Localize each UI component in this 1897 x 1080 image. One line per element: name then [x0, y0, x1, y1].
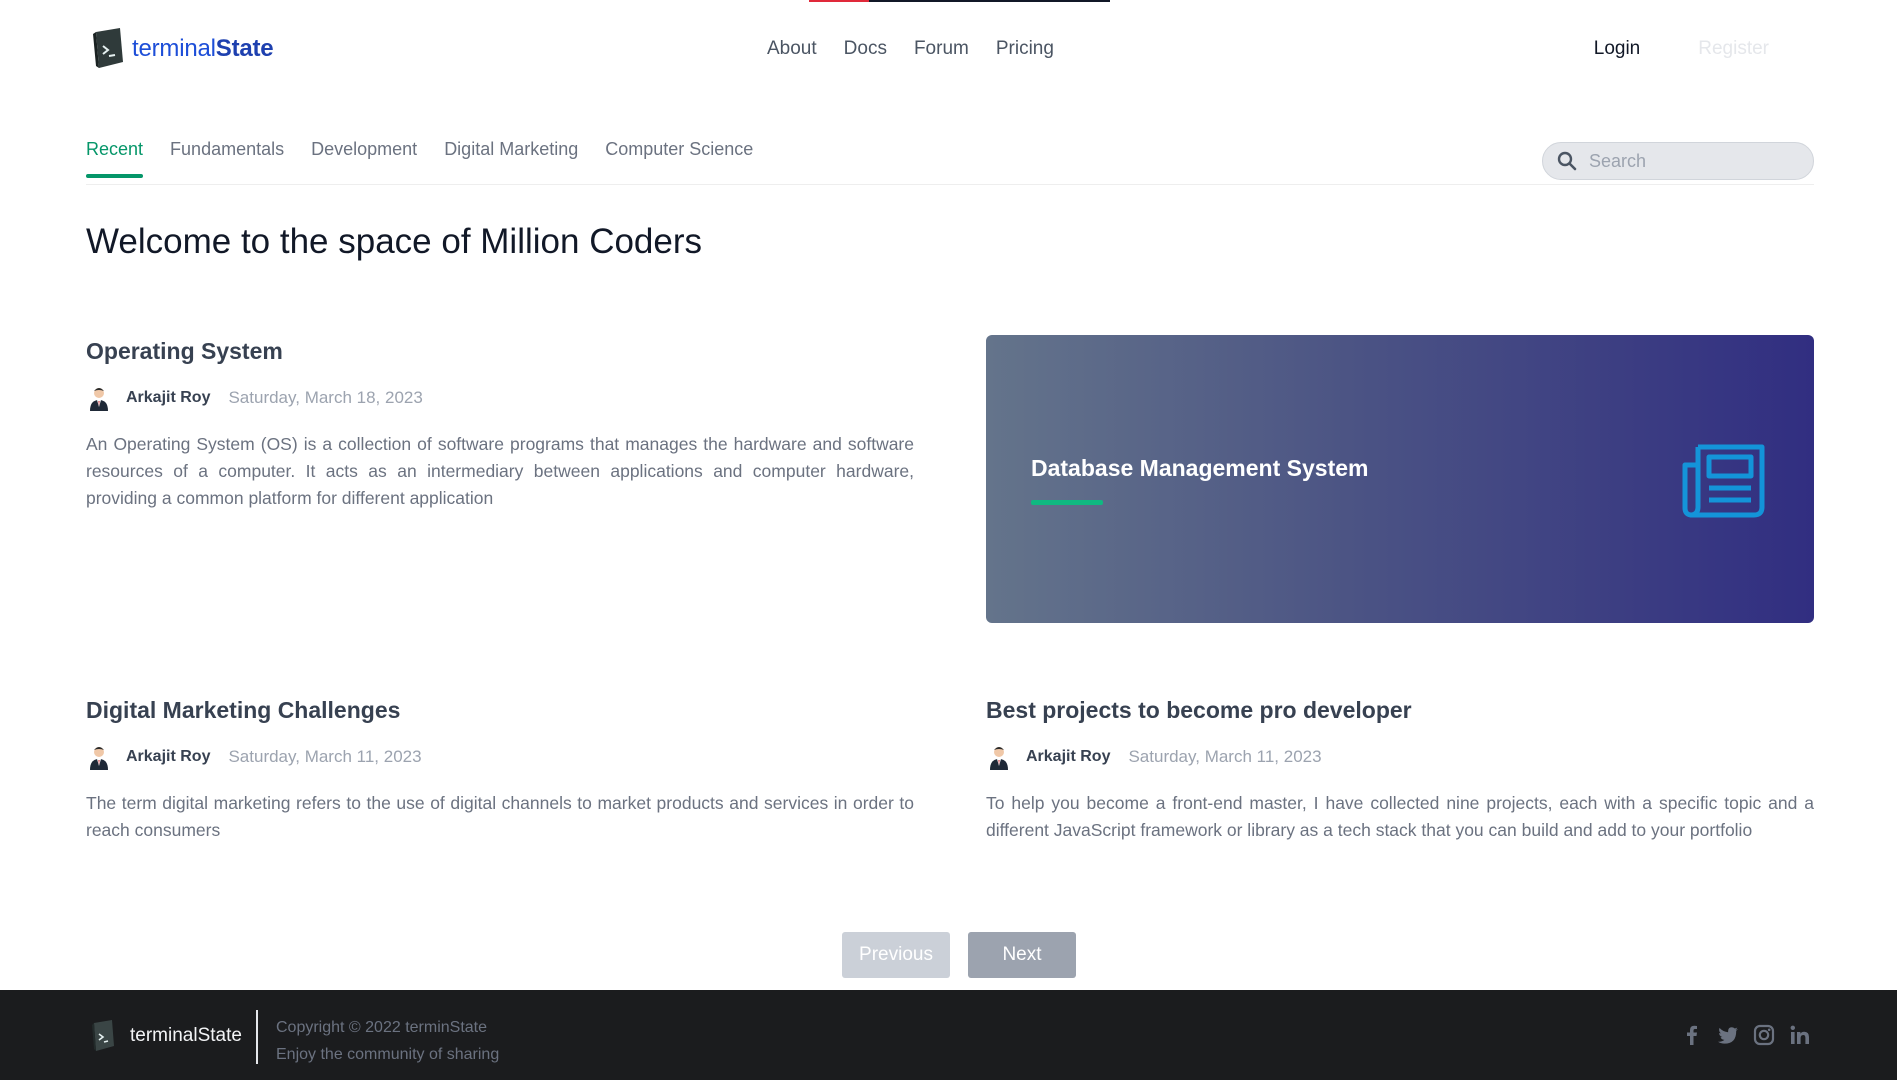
- previous-button[interactable]: Previous: [842, 932, 950, 978]
- search-icon: [1557, 151, 1577, 171]
- search-input[interactable]: [1589, 150, 1789, 172]
- post-meta: Arkajit Roy Saturday, March 11, 2023: [86, 744, 914, 770]
- post-date: Saturday, March 18, 2023: [228, 388, 423, 407]
- page-title: Welcome to the space of Million Coders: [86, 222, 703, 261]
- tab-computer-science[interactable]: Computer Science: [605, 130, 753, 178]
- nav-docs-link[interactable]: Docs: [844, 38, 887, 60]
- terminal-logo-icon: [92, 1020, 114, 1051]
- twitter-icon[interactable]: [1717, 1024, 1739, 1046]
- post-meta: Arkajit Roy Saturday, March 18, 2023: [86, 385, 914, 411]
- post-card: Best projects to become pro developer Ar…: [986, 697, 1814, 844]
- post-date: Saturday, March 11, 2023: [1128, 747, 1322, 766]
- author-avatar: [90, 388, 108, 411]
- nav-about-link[interactable]: About: [767, 38, 817, 60]
- post-author: Arkajit Roy: [1026, 748, 1111, 765]
- post-excerpt: An Operating System (OS) is a collection…: [86, 434, 914, 508]
- nav-forum-link[interactable]: Forum: [914, 38, 969, 60]
- tab-fundamentals[interactable]: Fundamentals: [170, 130, 284, 178]
- nav-pricing-link[interactable]: Pricing: [996, 38, 1054, 60]
- post-excerpt: The term digital marketing refers to the…: [86, 793, 914, 840]
- footer-tagline: Enjoy the community of sharing: [276, 1046, 500, 1063]
- post-title[interactable]: Digital Marketing Challenges: [86, 697, 914, 724]
- post-title[interactable]: Best projects to become pro developer: [986, 697, 1814, 724]
- featured-title-underline: [1031, 500, 1103, 505]
- post-meta: Arkajit Roy Saturday, March 11, 2023: [986, 744, 1814, 770]
- post-card: Digital Marketing Challenges Arkajit Roy…: [86, 697, 914, 844]
- post-author: Arkajit Roy: [126, 748, 211, 765]
- footer-brand[interactable]: terminalState: [90, 1018, 242, 1054]
- brand-logo-link[interactable]: terminalState: [90, 26, 274, 72]
- facebook-icon[interactable]: [1681, 1024, 1703, 1046]
- post-card: Operating System Arkajit Roy Saturday, M…: [86, 338, 914, 512]
- footer-divider: [256, 1010, 258, 1064]
- top-navbar: terminalState About Docs Forum Pricing L…: [0, 0, 1897, 100]
- post-author: Arkajit Roy: [126, 389, 211, 406]
- author-avatar: [990, 747, 1008, 770]
- register-link[interactable]: Register: [1698, 38, 1769, 60]
- category-tabs-bar: Recent Fundamentals Development Digital …: [86, 130, 1814, 185]
- instagram-icon[interactable]: [1753, 1024, 1775, 1046]
- featured-post-title: Database Management System: [1031, 455, 1369, 481]
- tab-development[interactable]: Development: [311, 130, 417, 178]
- pagination: Previous Next: [842, 932, 1076, 978]
- featured-post-card[interactable]: Database Management System: [986, 335, 1814, 623]
- next-button[interactable]: Next: [968, 932, 1076, 978]
- auth-links: Login Register: [1594, 38, 1769, 60]
- author-avatar: [90, 747, 108, 770]
- post-excerpt: To help you become a front-end master, I…: [986, 793, 1814, 840]
- login-link[interactable]: Login: [1594, 38, 1641, 60]
- linkedin-icon[interactable]: [1789, 1024, 1811, 1046]
- search-box: [1542, 142, 1814, 180]
- post-title[interactable]: Operating System: [86, 338, 914, 365]
- terminal-logo-icon: [93, 28, 123, 68]
- site-footer: terminalState Copyright © 2022 terminSta…: [0, 990, 1897, 1080]
- copyright-text: Copyright © 2022 terminState: [276, 1019, 488, 1036]
- tab-recent[interactable]: Recent: [86, 130, 144, 178]
- social-links: [1681, 1024, 1811, 1046]
- main-nav-links: About Docs Forum Pricing: [767, 38, 1054, 60]
- newspaper-icon: [1682, 444, 1765, 518]
- footer-copy: Copyright © 2022 terminState Enjoy the c…: [276, 1014, 499, 1068]
- post-date: Saturday, March 11, 2023: [228, 747, 422, 766]
- brand-name: terminalState: [132, 35, 274, 62]
- footer-brand-name: terminalState: [130, 1025, 242, 1046]
- tab-digital-marketing[interactable]: Digital Marketing: [444, 130, 578, 178]
